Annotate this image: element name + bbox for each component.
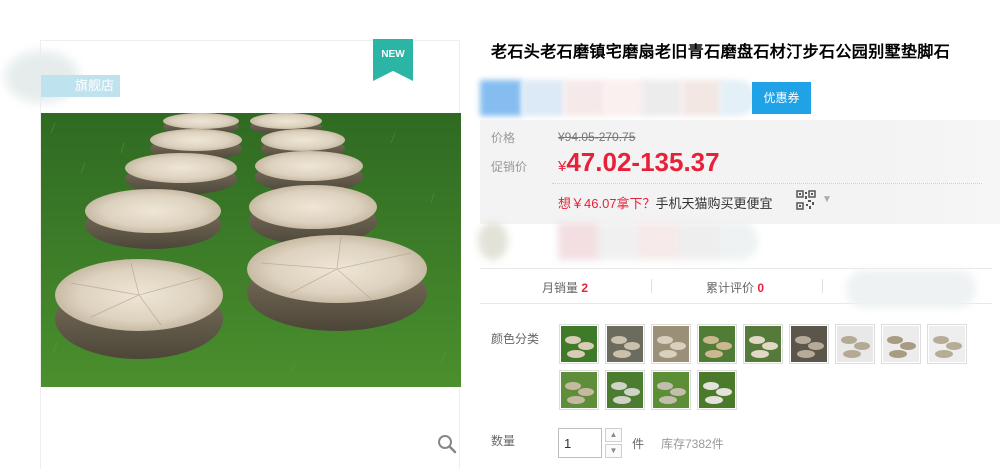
color-swatch[interactable] [743,324,783,364]
promo-price: ¥47.02-135.37 [558,147,720,178]
color-swatch[interactable] [835,324,875,364]
monthly-sales-value: 2 [581,281,589,295]
orig-price-label: 价格 [491,131,516,145]
swatch-thumbnail [607,372,643,408]
color-swatch[interactable] [881,324,921,364]
mobile-deal-price: 想￥46.07拿下？ [558,196,656,211]
color-option-label: 颜色分类 [491,332,540,346]
swatch-thumbnail [653,326,689,362]
stats-divider [651,279,652,293]
original-price: ¥94.05-270.75 [558,130,636,144]
stats-divider [822,279,823,293]
color-swatch[interactable] [789,324,829,364]
swatch-thumbnail [929,326,965,362]
swatch-thumbnail [561,372,597,408]
color-swatch[interactable] [559,324,599,364]
monthly-sales-label: 月销量 [542,281,579,295]
qr-code-icon[interactable] [796,190,816,210]
caret-down-icon[interactable]: ▼ [822,194,832,205]
promo-price-value: 47.02-135.37 [566,147,720,177]
promo-strip-blurred [470,80,760,116]
quantity-label: 数量 [491,434,516,448]
price-divider [552,183,982,184]
stats-blurred [846,270,976,308]
service-row-blurred [478,222,768,260]
coupon-button[interactable]: 优惠券 [752,82,811,114]
stock-count: 库存7382件 [661,437,724,451]
color-swatch[interactable] [697,324,737,364]
promo-price-label: 促销价 [491,160,528,174]
swatch-thumbnail [745,326,781,362]
monthly-sales: 月销量 2 [542,279,588,296]
quantity-decrease-button[interactable]: ▼ [605,444,622,458]
product-title: 老石头老石磨镇宅磨扇老旧青石磨盘石材汀步石公园别墅垫脚石 [491,44,951,61]
swatch-thumbnail [883,326,919,362]
swatch-thumbnail [607,326,643,362]
swatch-thumbnail [699,326,735,362]
product-main-image[interactable] [41,113,461,387]
mobile-deal-text: 手机天猫购买更便宜 [655,196,773,211]
color-swatch[interactable] [559,370,599,410]
swatch-thumbnail [837,326,873,362]
quantity-unit: 件 [632,437,645,451]
new-ribbon: NEW [373,39,413,81]
swatch-thumbnail [791,326,827,362]
color-swatch[interactable] [651,324,691,364]
reviews-label: 累计评价 [706,281,755,295]
color-swatch[interactable] [605,324,645,364]
color-swatch[interactable] [697,370,737,410]
mobile-deal[interactable]: 想￥46.07拿下？手机天猫购买更便宜 [558,193,773,212]
swatch-thumbnail [561,326,597,362]
shop-badge[interactable]: 旗舰店 [41,75,121,97]
product-gallery: 旗舰店 NEW [5,39,461,469]
quantity-input[interactable] [558,428,602,458]
color-swatch[interactable] [605,370,645,410]
color-swatch[interactable] [927,324,967,364]
search-icon[interactable] [437,434,457,454]
reviews-value: 0 [757,281,765,295]
total-reviews[interactable]: 累计评价 0 [706,279,764,296]
color-swatch[interactable] [651,370,691,410]
swatch-thumbnail [653,372,689,408]
swatch-thumbnail [699,372,735,408]
quantity-increase-button[interactable]: ▲ [605,428,622,442]
